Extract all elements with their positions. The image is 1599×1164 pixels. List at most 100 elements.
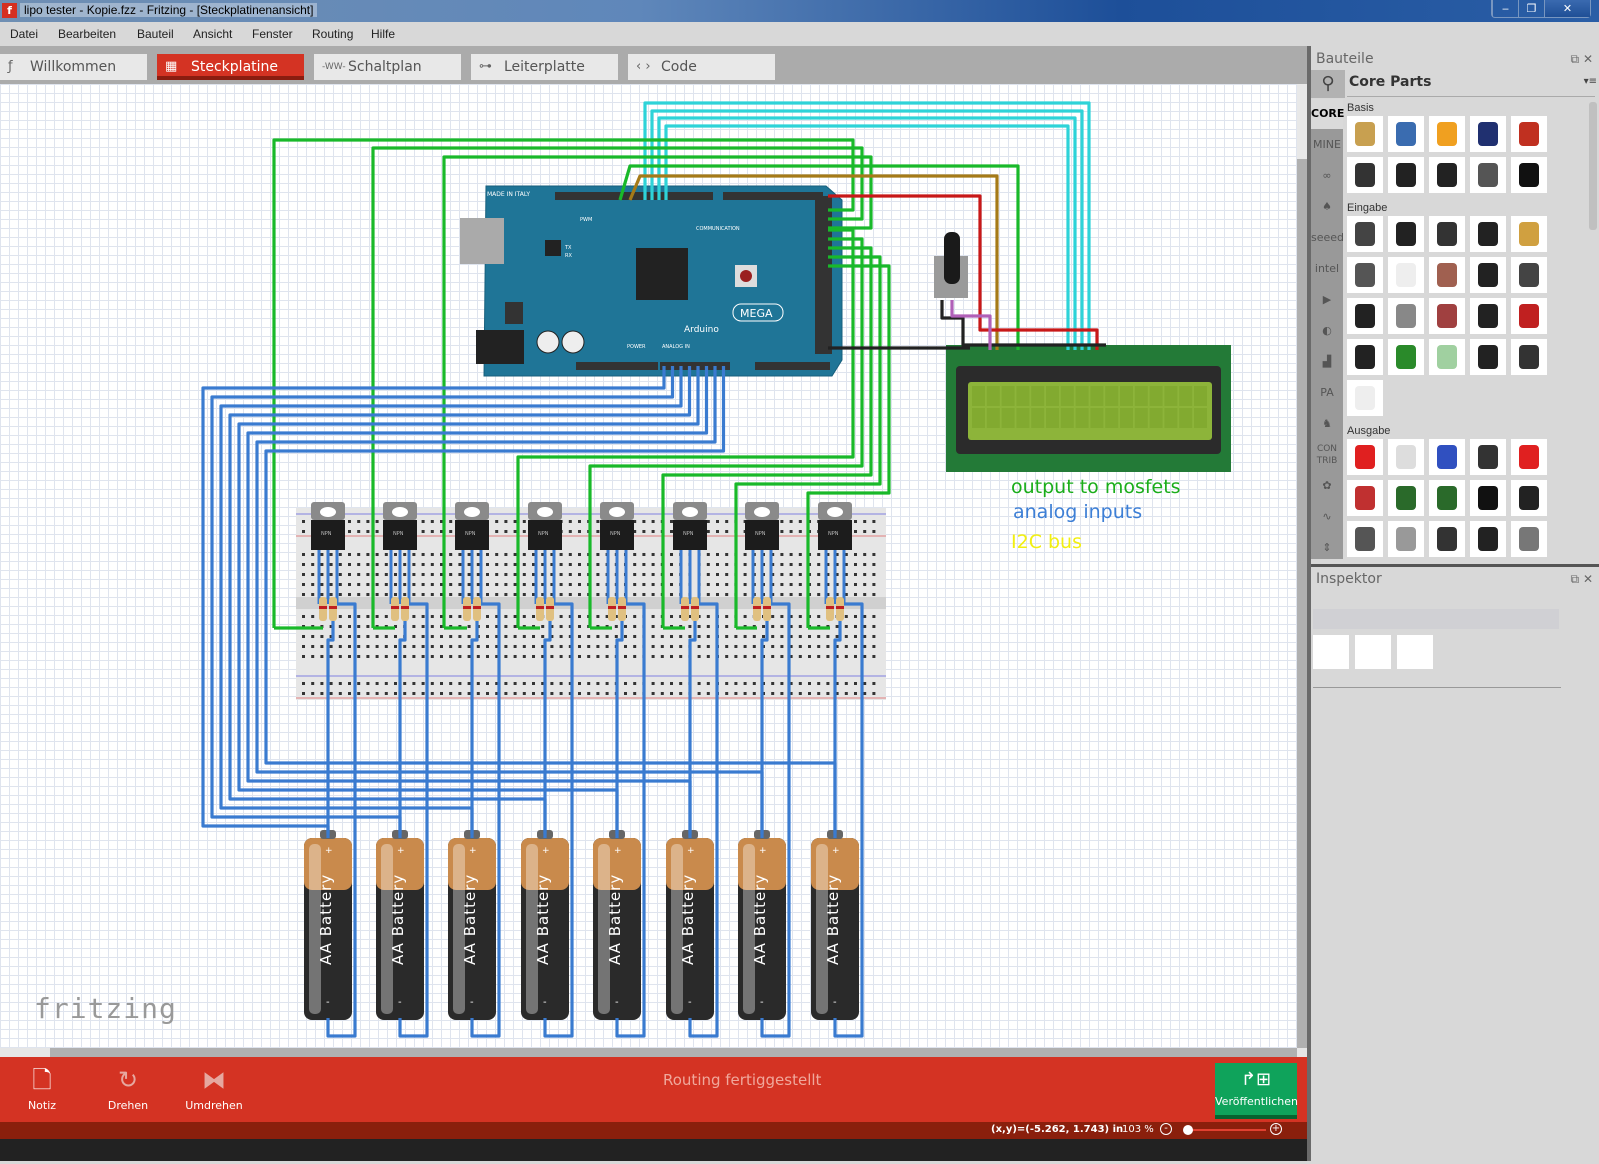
bin-tab-1[interactable]: MINE <box>1311 130 1343 160</box>
part-tantalum-capacitor[interactable] <box>1429 116 1465 152</box>
breadboard-canvas[interactable]: MADE IN ITALY Arduino MEGA COMMUNICATION POW… <box>0 84 1297 1048</box>
part-led-matrix[interactable] <box>1347 480 1383 516</box>
minimize-button[interactable]: ‒ <box>1492 0 1518 17</box>
part-buzzer[interactable] <box>1470 480 1506 516</box>
bin-tab-0[interactable]: CORE <box>1311 99 1344 129</box>
part-pushbutton[interactable] <box>1429 257 1465 293</box>
parts-scrollbar[interactable] <box>1589 102 1597 230</box>
float-icon[interactable]: ⧉ <box>1571 52 1580 66</box>
bin-tab-4[interactable]: seeed <box>1311 223 1344 253</box>
zoom-slider[interactable] <box>1186 1129 1266 1131</box>
part-ceramic-capacitor[interactable] <box>1388 116 1424 152</box>
part-red-led[interactable] <box>1347 439 1383 475</box>
zoom-in-button[interactable]: + <box>1270 1123 1282 1135</box>
part-speaker[interactable] <box>1511 480 1547 516</box>
bin-tab-9[interactable]: PA <box>1311 378 1343 408</box>
part-white-led[interactable] <box>1388 439 1424 475</box>
menu-bearbeiten[interactable]: Bearbeiten <box>58 27 116 41</box>
part-fet-p[interactable] <box>1470 157 1506 193</box>
lcd-display-16x2[interactable] <box>946 345 1231 472</box>
bin-tab-11[interactable]: CON TRIB <box>1311 440 1343 470</box>
part-diode[interactable] <box>1347 157 1383 193</box>
bin-tab-7[interactable]: ◐ <box>1311 316 1343 346</box>
menu-fenster[interactable]: Fenster <box>252 27 293 41</box>
part-temperature-sensor-lm35[interactable] <box>1347 339 1383 375</box>
arduino-mega-board[interactable]: MADE IN ITALY Arduino MEGA COMMUNICATION POW… <box>460 185 843 377</box>
tab-schaltplan[interactable]: -WW- Schaltplan <box>314 54 461 80</box>
tab-code[interactable]: ‹ › Code <box>628 54 775 80</box>
tab-leiterplatte[interactable]: ⊶ Leiterplatte <box>471 54 618 80</box>
scrollbar-thumb[interactable] <box>50 1048 1297 1057</box>
menu-routing[interactable]: Routing <box>312 27 353 41</box>
part-vibration-motor[interactable] <box>1347 521 1383 557</box>
part-sensor-board[interactable] <box>1388 339 1424 375</box>
bin-tab-3[interactable]: ♠ <box>1311 192 1343 222</box>
float-icon[interactable]: ⧉ <box>1571 572 1580 586</box>
part-rgb-led-ring[interactable] <box>1470 439 1506 475</box>
menu-hilfe[interactable]: Hilfe <box>371 27 395 41</box>
part-tilt-sensor[interactable] <box>1511 257 1547 293</box>
search-button[interactable]: ⚲ <box>1311 70 1345 98</box>
close-icon[interactable]: ✕ <box>1583 572 1593 586</box>
part-photocell[interactable] <box>1429 298 1465 334</box>
part-mystery-part[interactable] <box>1511 157 1547 193</box>
part-fsr[interactable] <box>1347 298 1383 334</box>
part-lcd-16x2[interactable] <box>1388 480 1424 516</box>
part-flex-sensor[interactable] <box>1388 298 1424 334</box>
part-stepper-motor[interactable] <box>1511 521 1547 557</box>
potentiometer[interactable] <box>934 232 968 298</box>
part-slide-switch[interactable] <box>1470 257 1506 293</box>
part-rfid-id12[interactable] <box>1511 339 1547 375</box>
part-dht22[interactable] <box>1347 380 1383 416</box>
part-rotary-encoder[interactable] <box>1347 257 1383 293</box>
zoom-slider-handle[interactable] <box>1183 1125 1193 1135</box>
bin-tab-12[interactable]: ✿ <box>1311 471 1343 501</box>
part-rotary-pot[interactable] <box>1388 216 1424 252</box>
part-lcd-display[interactable] <box>1429 480 1465 516</box>
part-resistor[interactable] <box>1347 116 1383 152</box>
breadboard-hole <box>854 573 857 576</box>
rotate-button[interactable]: ↻ Drehen <box>93 1065 163 1112</box>
part-dc-motor[interactable] <box>1388 521 1424 557</box>
menu-datei[interactable]: Datei <box>10 27 38 41</box>
part-joystick[interactable] <box>1470 339 1506 375</box>
bin-tab-14[interactable]: ⇕ <box>1311 533 1343 563</box>
part-inductor[interactable] <box>1511 116 1547 152</box>
part-blue-led-module[interactable] <box>1429 439 1465 475</box>
bin-tab-2[interactable]: ∞ <box>1311 161 1343 191</box>
menu-ansicht[interactable]: Ansicht <box>193 27 232 41</box>
close-icon[interactable]: ✕ <box>1583 52 1593 66</box>
tab-steckplatine[interactable]: ▦ Steckplatine <box>157 54 304 80</box>
part-distance-sensor[interactable] <box>1470 298 1506 334</box>
scrollbar-thumb[interactable] <box>1297 84 1307 159</box>
part-pnp-transistor[interactable] <box>1388 157 1424 193</box>
horizontal-scrollbar[interactable] <box>0 1048 1307 1057</box>
part-slide-pot[interactable] <box>1429 216 1465 252</box>
tab-willkommen[interactable]: ƒ Willkommen <box>0 54 147 80</box>
maximize-button[interactable]: ❐ <box>1518 0 1544 17</box>
menu-bauteil[interactable]: Bauteil <box>137 27 174 41</box>
bin-tab-5[interactable]: intel <box>1311 254 1343 284</box>
bin-tab-8[interactable]: ▟ <box>1311 347 1343 377</box>
bin-tab-6[interactable]: ▶ <box>1311 285 1343 315</box>
bin-tab-10[interactable]: ♞ <box>1311 409 1343 439</box>
vertical-scrollbar[interactable] <box>1297 84 1307 1056</box>
flip-button[interactable]: ⧓ Umdrehen <box>179 1065 249 1112</box>
part-npn-transistor[interactable] <box>1429 157 1465 193</box>
publish-button[interactable]: ↱⊞ Veröffentlichen <box>1215 1063 1298 1119</box>
part-reed-glass[interactable] <box>1429 339 1465 375</box>
close-button[interactable]: ✕ <box>1544 0 1590 17</box>
part-piezo[interactable] <box>1511 216 1547 252</box>
part-electrolytic-capacitor[interactable] <box>1470 116 1506 152</box>
part-motor-driver[interactable] <box>1429 521 1465 557</box>
bin-tab-13[interactable]: ∿ <box>1311 502 1343 532</box>
part-seven-segment[interactable] <box>1511 439 1547 475</box>
bin-menu-icon[interactable]: ▾≡ <box>1584 76 1597 87</box>
part-potentiometer[interactable] <box>1347 216 1383 252</box>
part-servo[interactable] <box>1470 521 1506 557</box>
part-reed-switch[interactable] <box>1388 257 1424 293</box>
zoom-out-button[interactable]: - <box>1160 1123 1172 1135</box>
note-button[interactable]: 🗋 Notiz <box>7 1065 77 1112</box>
part-dip-switch[interactable] <box>1470 216 1506 252</box>
part-accelerometer[interactable] <box>1511 298 1547 334</box>
